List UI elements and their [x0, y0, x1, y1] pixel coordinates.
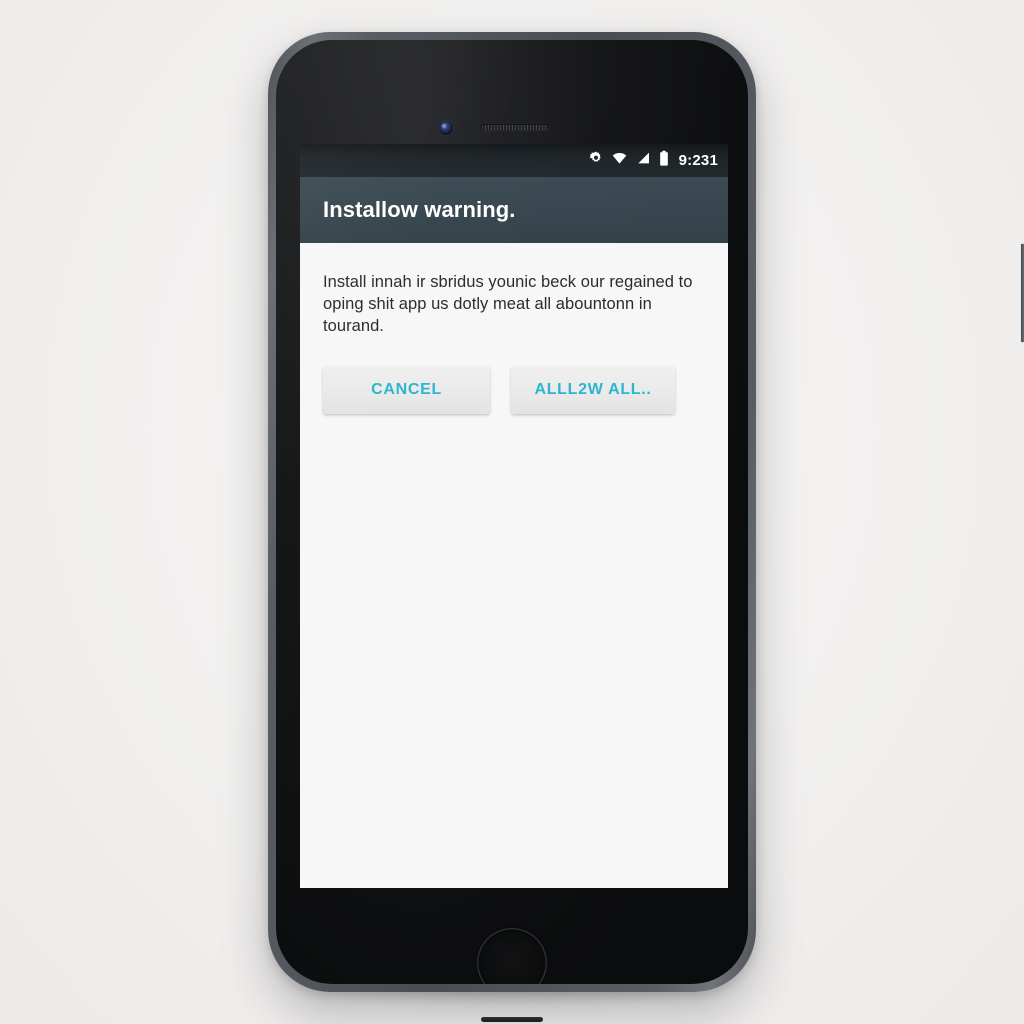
android-status-bar: 9:231: [300, 144, 728, 177]
bottom-speaker-slot: [481, 1017, 543, 1022]
wifi-icon: [611, 150, 628, 171]
front-camera-icon: [439, 121, 453, 135]
scene-backdrop: 9:231 Installow warning. Install innah i…: [0, 0, 1024, 1024]
app-bar-title: Installow warning.: [323, 197, 516, 222]
signal-icon: [635, 150, 651, 171]
gear-icon: [588, 150, 604, 171]
dialog-message-text: Install innah ir sbridus younic beck our…: [323, 273, 693, 335]
cancel-button[interactable]: CANCEL: [323, 366, 490, 414]
earpiece-speaker: [480, 124, 550, 131]
status-bar-clock: 9:231: [678, 152, 718, 169]
battery-icon: [658, 150, 670, 172]
phone-front-face: 9:231 Installow warning. Install innah i…: [276, 40, 748, 984]
phone-screen: 9:231 Installow warning. Install innah i…: [300, 144, 728, 888]
dialog-content: Install innah ir sbridus younic beck our…: [300, 243, 728, 888]
home-button[interactable]: [477, 928, 547, 984]
speaker-mesh: [482, 125, 548, 130]
dialog-action-row: CANCEL ALLL2W ALL..: [323, 366, 705, 414]
allow-all-button[interactable]: ALLL2W ALL..: [511, 366, 675, 414]
app-bar: Installow warning.: [300, 177, 728, 243]
smartphone-device: 9:231 Installow warning. Install innah i…: [268, 32, 1024, 1022]
camera-lens-glint: [442, 123, 447, 128]
